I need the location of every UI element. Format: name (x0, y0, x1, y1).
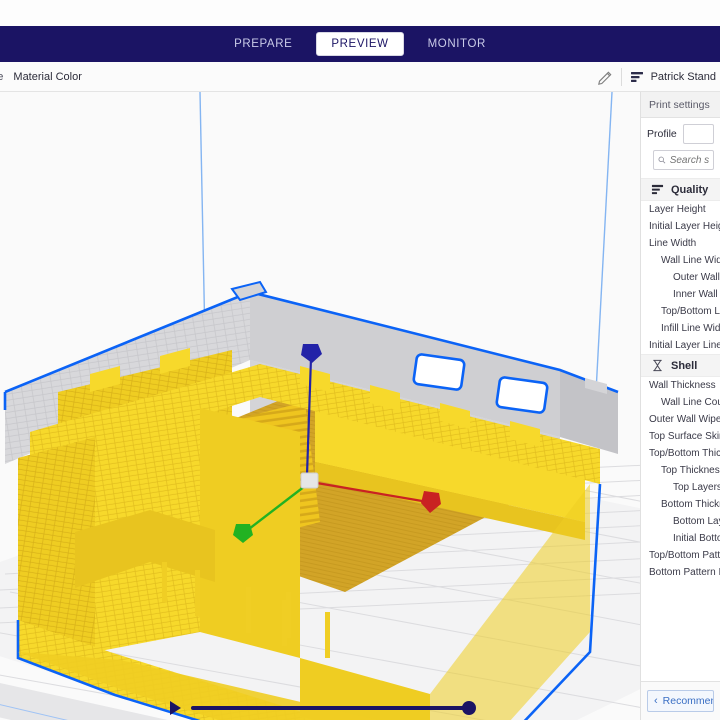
setting-label: Initial Layer Height (649, 221, 720, 232)
setting-row[interactable]: Wall Thickness (641, 377, 720, 394)
color-scheme-label: eme (0, 70, 4, 83)
setting-label: Top Surface Skin Layers (649, 431, 720, 442)
profile-row: Profile (641, 118, 720, 150)
setting-row[interactable]: Line Width (641, 235, 720, 252)
setting-row[interactable]: Top Surface Skin Layers (641, 428, 720, 445)
extruder-name: Patrick Stand (650, 70, 716, 83)
setting-label: Top Layers (673, 482, 720, 493)
setting-row[interactable]: Layer Height (641, 201, 720, 218)
shell-icon (653, 359, 662, 372)
setting-row[interactable]: Wall Line Width (641, 252, 720, 269)
play-icon[interactable] (170, 701, 181, 715)
shell-settings-list: Wall Thickness Wall Line Count Outer Wal… (641, 377, 720, 581)
pencil-icon[interactable] (597, 69, 613, 85)
setting-row[interactable]: Initial Layer Height (641, 218, 720, 235)
search-settings-box[interactable] (653, 150, 714, 170)
main-navbar: PREPARE PREVIEW MONITOR (0, 26, 720, 62)
title-bar (0, 0, 720, 26)
toolbar-divider (620, 67, 622, 86)
print-settings-header: Print settings (641, 92, 720, 118)
setting-label: Initial Bottom Layers (673, 533, 720, 544)
recommended-label: Recommended (662, 695, 713, 707)
setting-label: Wall Thickness (649, 380, 716, 391)
setting-row[interactable]: Outer Wall Wipe Distance (641, 411, 720, 428)
setting-label: Inner Wall Line Width (673, 289, 720, 300)
search-icon (658, 156, 666, 164)
3d-viewport[interactable] (0, 92, 640, 720)
setting-row[interactable]: Initial Layer Line Width (641, 337, 720, 354)
chevron-left-icon: ‹ (654, 695, 658, 707)
setting-label: Top/Bottom Pattern (649, 550, 720, 561)
extruder-selector[interactable]: Patrick Stand (630, 70, 720, 84)
setting-row[interactable]: Bottom Thickness (641, 496, 720, 513)
setting-row[interactable]: Bottom Pattern Initial Layer (641, 564, 720, 581)
3d-scene (0, 92, 640, 720)
setting-label: Initial Layer Line Width (649, 340, 720, 351)
setting-row[interactable]: Outer Wall Line Width (641, 269, 720, 286)
setting-row[interactable]: Top/Bottom Thickness (641, 445, 720, 462)
tab-monitor[interactable]: MONITOR (414, 33, 500, 55)
category-shell-label: Shell (671, 359, 698, 372)
setting-row[interactable]: Initial Bottom Layers (641, 530, 720, 547)
color-scheme-value[interactable]: Material Color (13, 71, 81, 83)
setting-label: Outer Wall Wipe Distance (649, 414, 720, 425)
layer-playback-slider[interactable] (170, 698, 476, 718)
tab-preview[interactable]: PREVIEW (316, 32, 404, 56)
setting-label: Bottom Pattern Initial Layer (649, 567, 720, 578)
setting-row[interactable]: Top/Bottom Line Width (641, 303, 720, 320)
setting-label: Top/Bottom Thickness (649, 448, 720, 459)
cura-preview-window: PREPARE PREVIEW MONITOR eme Material Col… (0, 0, 720, 720)
setting-row[interactable]: Bottom Layers (641, 513, 720, 530)
setting-row[interactable]: Top/Bottom Pattern (641, 547, 720, 564)
print-settings-panel: Print settings Profile Quality Layer Hei… (640, 92, 720, 720)
setting-label: Line Width (649, 238, 697, 249)
recommended-mode-button[interactable]: ‹ Recommended (647, 690, 714, 712)
setting-label: Bottom Layers (673, 516, 720, 527)
print-settings-title: Print settings (649, 98, 710, 111)
setting-label: Top/Bottom Line Width (661, 306, 720, 317)
category-quality-label: Quality (671, 183, 709, 196)
playback-track[interactable] (191, 701, 476, 715)
setting-label: Wall Line Count (661, 397, 720, 408)
tab-prepare[interactable]: PREPARE (220, 33, 306, 55)
setting-label: Outer Wall Line Width (673, 272, 720, 283)
search-input[interactable] (669, 154, 709, 166)
nav-tabs: PREPARE PREVIEW MONITOR (220, 32, 500, 56)
setting-label: Infill Line Width (661, 323, 720, 334)
setting-row[interactable]: Wall Line Count (641, 394, 720, 411)
gizmo-center (300, 472, 319, 489)
settings-panel-footer: ‹ Recommended (641, 681, 720, 720)
setting-row[interactable]: Top Thickness (641, 462, 720, 479)
color-scheme-toolbar: eme Material Color Patrick Stand (0, 62, 720, 92)
setting-row[interactable]: Infill Line Width (641, 320, 720, 337)
setting-label: Top Thickness (661, 465, 720, 476)
setting-label: Layer Height (649, 204, 706, 215)
quality-icon (651, 184, 664, 195)
extruder-icon (630, 71, 643, 82)
profile-dropdown[interactable] (682, 124, 714, 144)
setting-label: Bottom Thickness (661, 499, 720, 510)
setting-row[interactable]: Top Layers (641, 479, 720, 496)
category-quality[interactable]: Quality (641, 178, 720, 201)
profile-label: Profile (647, 128, 677, 140)
setting-row[interactable]: Inner Wall Line Width (641, 286, 720, 303)
category-shell[interactable]: Shell (641, 354, 720, 377)
quality-settings-list: Layer Height Initial Layer Height Line W… (641, 201, 720, 354)
setting-label: Wall Line Width (661, 255, 720, 266)
playback-handle[interactable] (462, 701, 476, 715)
